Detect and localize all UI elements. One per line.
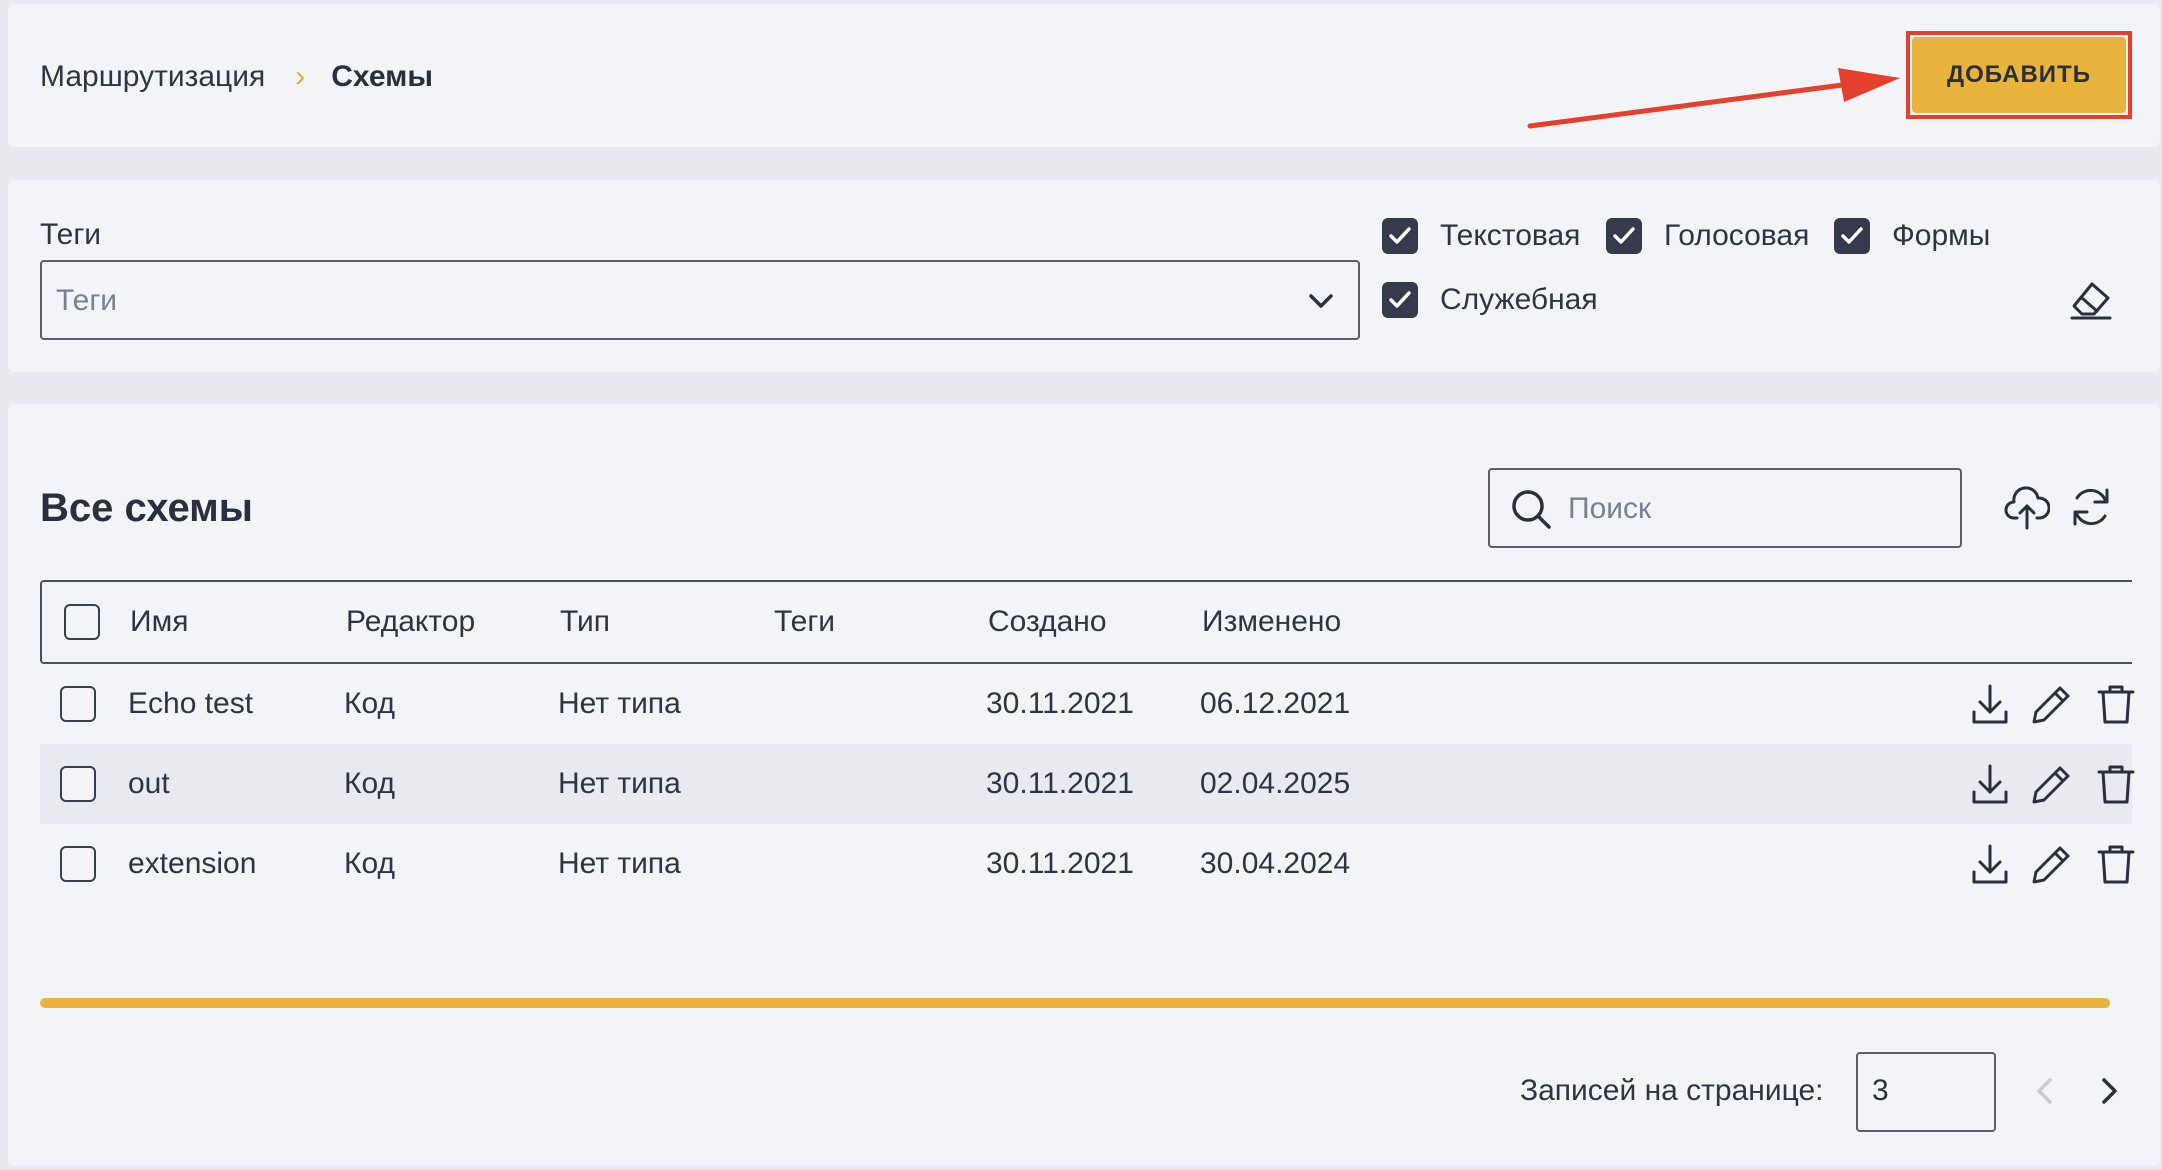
per-page-label: Записей на странице: bbox=[1520, 1074, 1824, 1107]
tags-label: Теги bbox=[40, 218, 102, 251]
download-icon[interactable] bbox=[1968, 762, 2012, 806]
column-header[interactable]: Создано bbox=[988, 605, 1107, 639]
row-checkbox[interactable] bbox=[60, 766, 96, 802]
chevron-down-icon bbox=[1309, 294, 1333, 308]
table-title: Все схемы bbox=[40, 486, 253, 530]
add-button[interactable]: ДОБАВИТЬ bbox=[1912, 37, 2126, 113]
cell-type: Нет типа bbox=[558, 847, 681, 880]
column-header[interactable]: Имя bbox=[130, 605, 188, 639]
chevron-right-icon[interactable] bbox=[2092, 1074, 2126, 1108]
cell-name: out bbox=[128, 767, 170, 800]
cell-editor: Код bbox=[344, 767, 396, 800]
checkbox-voice[interactable]: Голосовая bbox=[1606, 218, 1809, 254]
search-box[interactable] bbox=[1488, 468, 1962, 548]
check-icon[interactable] bbox=[1382, 282, 1418, 318]
table-header: Имя Редактор Тип Теги Создано Изменено bbox=[40, 580, 2132, 664]
refresh-icon[interactable] bbox=[2068, 484, 2114, 530]
cell-created: 30.11.2021 bbox=[986, 687, 1134, 720]
checkbox-label: Голосовая bbox=[1664, 219, 1810, 252]
arrow-annotation-icon bbox=[1527, 68, 1900, 129]
column-header[interactable]: Тип bbox=[560, 605, 610, 639]
filter-panel: Теги Теги Текстовая Голосовая Формы Служ… bbox=[8, 180, 2160, 372]
select-all-checkbox[interactable] bbox=[64, 604, 100, 640]
breadcrumb-parent[interactable]: Маршрутизация bbox=[40, 60, 265, 94]
cell-created: 30.11.2021 bbox=[986, 767, 1134, 800]
checkbox-service[interactable]: Служебная bbox=[1382, 282, 1598, 318]
checkbox-forms[interactable]: Формы bbox=[1834, 218, 1990, 254]
check-icon[interactable] bbox=[1834, 218, 1870, 254]
cell-modified: 06.12.2021 bbox=[1200, 687, 1351, 720]
trash-icon[interactable] bbox=[2094, 762, 2138, 806]
cell-modified: 02.04.2025 bbox=[1200, 767, 1351, 800]
row-checkbox[interactable] bbox=[60, 686, 96, 722]
chevron-right-icon: › bbox=[295, 60, 306, 93]
horizontal-scrollbar[interactable] bbox=[40, 998, 2110, 1008]
upload-icon[interactable] bbox=[2004, 484, 2050, 530]
table-row[interactable]: extension Код Нет типа 30.11.2021 30.04.… bbox=[40, 824, 2135, 904]
download-icon[interactable] bbox=[1968, 842, 2012, 886]
column-header[interactable]: Изменено bbox=[1202, 605, 1341, 639]
cell-type: Нет типа bbox=[558, 767, 681, 800]
column-header[interactable]: Редактор bbox=[346, 605, 475, 639]
search-icon bbox=[1512, 490, 1551, 529]
cell-created: 30.11.2021 bbox=[986, 847, 1134, 880]
checkbox-label: Служебная bbox=[1440, 283, 1598, 316]
table-row[interactable]: out Код Нет типа 30.11.2021 02.04.2025 bbox=[40, 744, 2135, 824]
table-panel: Все схемы Имя Редактор Тип Теги Создано … bbox=[8, 404, 2160, 1166]
cell-editor: Код bbox=[344, 687, 396, 720]
trash-icon[interactable] bbox=[2094, 682, 2138, 726]
tags-placeholder: Теги bbox=[56, 284, 118, 317]
checkbox-text[interactable]: Текстовая bbox=[1382, 218, 1580, 254]
per-page-select[interactable]: 3 bbox=[1856, 1052, 1996, 1132]
search-input[interactable] bbox=[1568, 488, 1938, 530]
check-icon[interactable] bbox=[1382, 218, 1418, 254]
cell-modified: 30.04.2024 bbox=[1200, 847, 1351, 880]
schemes-table: Имя Редактор Тип Теги Создано Изменено E… bbox=[40, 580, 2135, 904]
cell-name: extension bbox=[128, 847, 257, 880]
checkbox-label: Текстовая bbox=[1440, 219, 1581, 252]
trash-icon[interactable] bbox=[2094, 842, 2138, 886]
breadcrumb-current: Схемы bbox=[331, 60, 433, 93]
edit-icon[interactable] bbox=[2030, 762, 2074, 806]
tags-select[interactable]: Теги bbox=[40, 260, 1360, 340]
breadcrumb: Маршрутизация › Схемы bbox=[40, 60, 433, 94]
chevron-left-icon[interactable] bbox=[2028, 1074, 2062, 1108]
eraser-icon[interactable] bbox=[2068, 278, 2114, 320]
cell-type: Нет типа bbox=[558, 687, 681, 720]
table-row[interactable]: Echo test Код Нет типа 30.11.2021 06.12.… bbox=[40, 664, 2135, 744]
cell-editor: Код bbox=[344, 847, 396, 880]
row-checkbox[interactable] bbox=[60, 846, 96, 882]
download-icon[interactable] bbox=[1968, 682, 2012, 726]
column-header[interactable]: Теги bbox=[774, 605, 835, 639]
check-icon[interactable] bbox=[1606, 218, 1642, 254]
cell-name: Echo test bbox=[128, 687, 254, 720]
checkbox-label: Формы bbox=[1892, 219, 1991, 252]
edit-icon[interactable] bbox=[2030, 682, 2074, 726]
edit-icon[interactable] bbox=[2030, 842, 2074, 886]
